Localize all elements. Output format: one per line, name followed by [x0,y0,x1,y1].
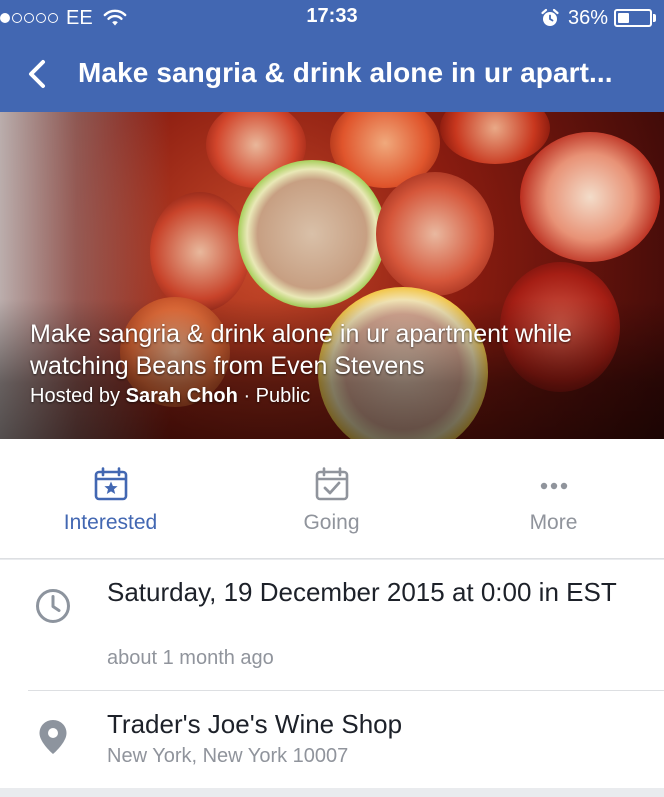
status-right: 36% [540,5,656,31]
nav-title: Make sangria & drink alone in ur apart..… [78,57,613,88]
battery-icon [614,9,652,27]
cover-strawberry [376,172,494,296]
action-bar: Interested Going More [0,439,664,559]
battery-fill [618,13,629,23]
status-bar: EE 17:33 36% [0,0,664,36]
cover-strawberry [520,132,660,262]
location-address: New York, New York 10007 [107,745,349,767]
event-details: Saturday, 19 December 2015 at 0:00 in ES… [0,560,664,788]
cover-host-line: Hosted by Sarah Choh · Public [30,385,310,408]
hosted-by-prefix: Hosted by [30,385,121,407]
event-time-row[interactable]: Saturday, 19 December 2015 at 0:00 in ES… [0,560,664,690]
more-label: More [529,511,578,534]
cover-strawberry [150,192,250,312]
section-gap [0,788,664,797]
event-time-text: Saturday, 19 December 2015 at 0:00 in ES… [107,577,617,607]
more-button[interactable]: More [443,439,664,559]
event-cover-photo[interactable]: Make sangria & drink alone in ur apartme… [0,112,664,439]
more-dots-icon [540,482,567,490]
location-name: Trader's Joe's Wine Shop [107,709,403,739]
interested-button[interactable]: Interested [0,439,221,559]
event-time-relative: about 1 month ago [107,647,274,669]
cover-strawberry [440,112,550,164]
alarm-clock-icon [541,8,559,26]
interested-label: Interested [63,511,158,534]
cover-event-title: Make sangria & drink alone in ur apartme… [30,320,572,380]
event-location-row[interactable]: Trader's Joe's Wine Shop New York, New Y… [0,690,664,788]
nav-bar: Make sangria & drink alone in ur apart..… [0,36,664,112]
battery-percent: 36% [567,6,608,29]
going-label: Going [303,511,360,534]
clock-icon [36,589,70,623]
battery-cap [653,14,656,22]
location-pin-icon [39,720,67,754]
host-name-link[interactable]: Sarah Choh [126,385,238,407]
back-chevron-icon[interactable] [22,58,54,90]
privacy-label: Public [255,385,311,407]
cover-lime-slice [238,160,386,308]
calendar-check-icon [315,467,348,501]
host-separator: · [243,385,251,407]
calendar-star-icon [94,467,127,501]
going-button[interactable]: Going [221,439,442,559]
